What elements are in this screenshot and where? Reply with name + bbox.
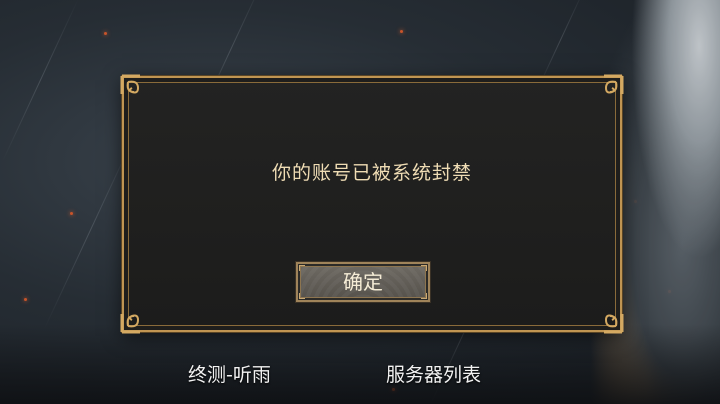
server-list-button[interactable]: 服务器列表 (386, 360, 481, 387)
button-corner-accent (421, 293, 427, 299)
button-corner-accent (299, 293, 305, 299)
confirm-button-label: 确定 (343, 270, 383, 294)
ember-particle (400, 30, 403, 33)
ember-particle (24, 298, 27, 301)
button-corner-accent (299, 265, 305, 271)
ornate-corner-icon (120, 74, 154, 108)
ground-shade (0, 324, 720, 404)
rain-streak (2, 0, 79, 162)
ember-particle (104, 32, 107, 35)
ornate-corner-icon (120, 300, 154, 334)
ban-notice-dialog: 你的账号已被系统封禁 确定 (120, 74, 624, 334)
button-corner-accent (421, 265, 427, 271)
ornate-corner-icon (590, 74, 624, 108)
confirm-button[interactable]: 确定 (296, 262, 430, 302)
ornate-corner-icon (590, 300, 624, 334)
ban-message: 你的账号已被系统封禁 (271, 162, 472, 184)
current-server-name: 终测-听雨 (188, 364, 271, 386)
ember-particle (70, 212, 73, 215)
